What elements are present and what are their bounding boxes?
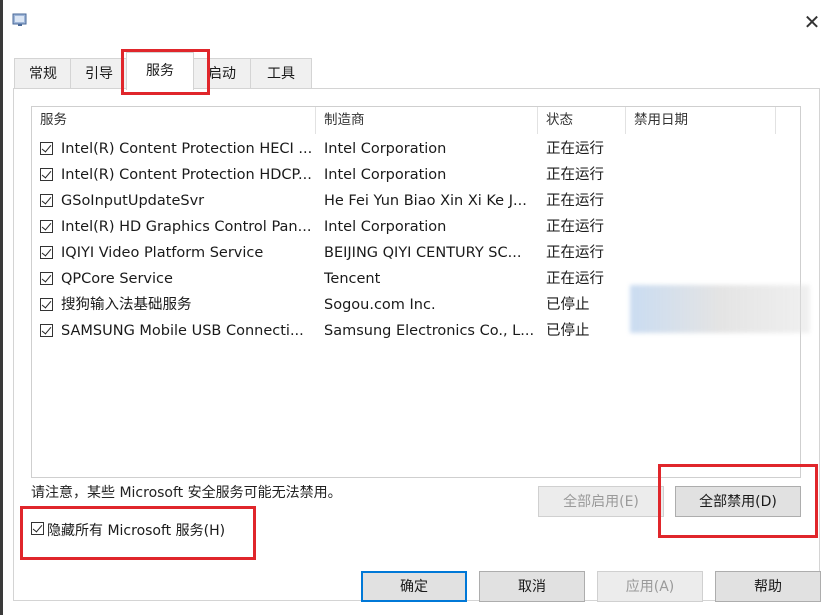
window-left-edge (0, 0, 3, 615)
column-header-disabled-date[interactable]: 禁用日期 (626, 107, 776, 134)
column-header-service-label: 服务 (40, 112, 67, 128)
service-status: 正在运行 (546, 193, 604, 209)
service-manufacturer: Tencent (324, 271, 381, 287)
service-status: 正在运行 (546, 141, 604, 157)
microsoft-services-note: 请注意，某些 Microsoft 安全服务可能无法禁用。 (31, 485, 342, 501)
tab-startup[interactable]: 启动 (192, 58, 252, 89)
service-status: 正在运行 (546, 245, 604, 261)
service-manufacturer: Intel Corporation (324, 141, 447, 157)
service-checkbox[interactable] (40, 142, 53, 155)
tab-boot-label: 引导 (85, 66, 113, 82)
column-header-service[interactable]: 服务 (32, 107, 316, 134)
list-item[interactable]: Intel(R) HD Graphics Control Pan... Inte… (32, 214, 800, 240)
hide-microsoft-services-check-box[interactable] (31, 522, 44, 535)
help-button[interactable]: 帮助 (715, 571, 821, 602)
list-item[interactable]: Intel(R) Content Protection HECI ... Int… (32, 136, 800, 162)
service-manufacturer: BEIJING QIYI CENTURY SC... (324, 245, 522, 261)
apply-button[interactable]: 应用(A) (597, 571, 703, 602)
column-header-disabled-date-label: 禁用日期 (634, 112, 688, 128)
service-name: Intel(R) HD Graphics Control Pan... (61, 219, 312, 235)
service-name: GSoInputUpdateSvr (61, 193, 205, 209)
blurred-watermark (630, 285, 810, 333)
service-checkbox[interactable] (40, 324, 53, 337)
enable-all-button[interactable]: 全部启用(E) (538, 486, 664, 517)
tab-startup-label: 启动 (208, 66, 236, 82)
service-checkbox[interactable] (40, 272, 53, 285)
list-item[interactable]: GSoInputUpdateSvr He Fei Yun Biao Xin Xi… (32, 188, 800, 214)
service-name: QPCore Service (61, 271, 173, 287)
service-manufacturer: Intel Corporation (324, 219, 447, 235)
hide-microsoft-services-label: 隐藏所有 Microsoft 服务(H) (47, 523, 226, 539)
tab-general[interactable]: 常规 (14, 58, 72, 89)
service-name: 搜狗输入法基础服务 (61, 297, 192, 313)
service-status: 已停止 (546, 297, 590, 313)
service-name: IQIYI Video Platform Service (61, 245, 264, 261)
msconfig-icon (12, 13, 27, 26)
service-checkbox[interactable] (40, 168, 53, 181)
tab-general-label: 常规 (29, 66, 57, 82)
service-manufacturer: Sogou.com Inc. (324, 297, 436, 313)
service-status: 正在运行 (546, 219, 604, 235)
service-manufacturer: Intel Corporation (324, 167, 447, 183)
service-name: SAMSUNG Mobile USB Connecti... (61, 323, 304, 339)
service-checkbox[interactable] (40, 194, 53, 207)
service-name: Intel(R) Content Protection HDCP... (61, 167, 312, 183)
service-manufacturer: Samsung Electronics Co., L... (324, 323, 534, 339)
ok-button[interactable]: 确定 (361, 571, 467, 602)
cancel-button[interactable]: 取消 (479, 571, 585, 602)
service-status: 正在运行 (546, 271, 604, 287)
service-checkbox[interactable] (40, 246, 53, 259)
list-item[interactable]: IQIYI Video Platform Service BEIJING QIY… (32, 240, 800, 266)
service-status: 已停止 (546, 323, 590, 339)
tab-boot[interactable]: 引导 (70, 58, 128, 89)
tab-services[interactable]: 服务 (126, 52, 194, 90)
service-checkbox[interactable] (40, 220, 53, 233)
disable-all-button[interactable]: 全部禁用(D) (675, 486, 801, 517)
column-header-status[interactable]: 状态 (538, 107, 626, 134)
service-checkbox[interactable] (40, 298, 53, 311)
tab-services-label: 服务 (146, 63, 174, 79)
tab-tools-label: 工具 (267, 66, 295, 82)
tab-tools[interactable]: 工具 (250, 58, 312, 89)
column-header-manufacturer[interactable]: 制造商 (316, 107, 538, 134)
column-header-manufacturer-label: 制造商 (324, 112, 365, 128)
close-button[interactable]: ✕ (800, 10, 824, 34)
service-manufacturer: He Fei Yun Biao Xin Xi Ke J... (324, 193, 527, 209)
service-status: 正在运行 (546, 167, 604, 183)
column-header-status-label: 状态 (546, 112, 573, 128)
service-name: Intel(R) Content Protection HECI ... (61, 141, 313, 157)
list-item[interactable]: Intel(R) Content Protection HDCP... Inte… (32, 162, 800, 188)
